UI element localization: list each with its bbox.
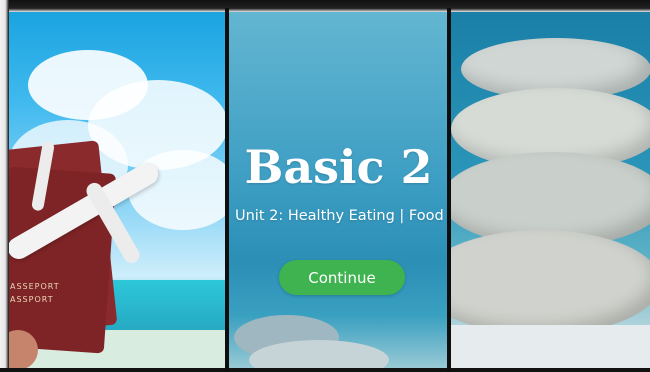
stones-photo-panel [451, 10, 650, 370]
course-subtitle: Unit 2: Healthy Eating | Food [235, 208, 444, 224]
passport-text: ASSEPORT [10, 282, 60, 291]
continue-button[interactable]: Continue [279, 260, 405, 295]
course-card: Basic 2 Unit 2: Healthy Eating | Food Co… [229, 10, 448, 370]
frame-left [0, 0, 9, 372]
app-canvas: ASSEPORT ASSPORT Basic 2 Unit 2: Healthy… [0, 0, 650, 372]
travel-photo-panel: ASSEPORT ASSPORT [8, 10, 226, 370]
passport-text: ASSPORT [10, 295, 54, 304]
course-title: Basic 2 [244, 140, 433, 194]
